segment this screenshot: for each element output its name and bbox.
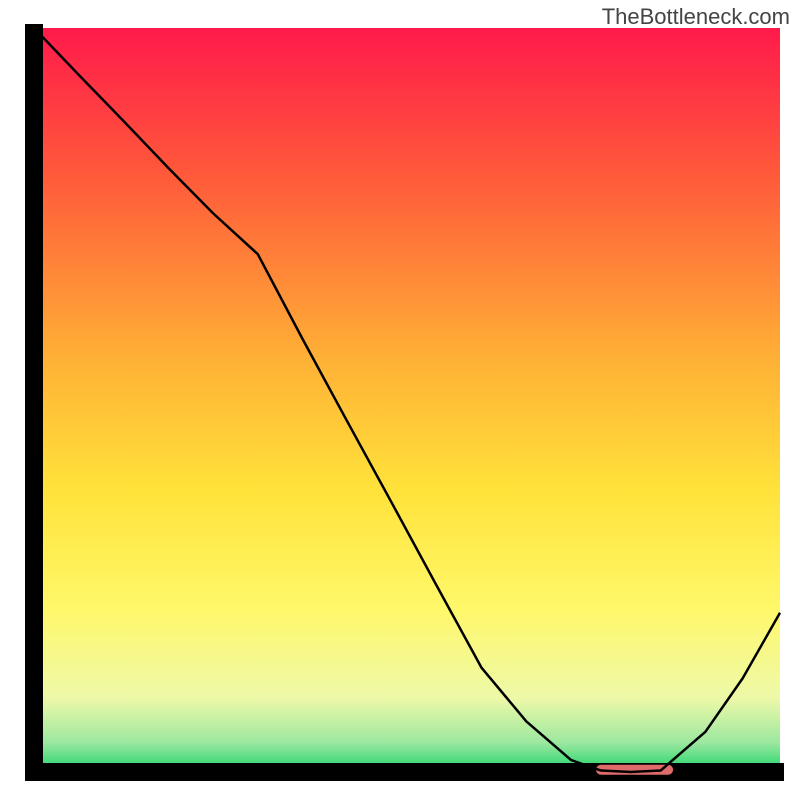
plot-background [34,28,780,772]
chart-container: TheBottleneck.com [0,0,800,800]
bottleneck-chart [0,0,800,800]
